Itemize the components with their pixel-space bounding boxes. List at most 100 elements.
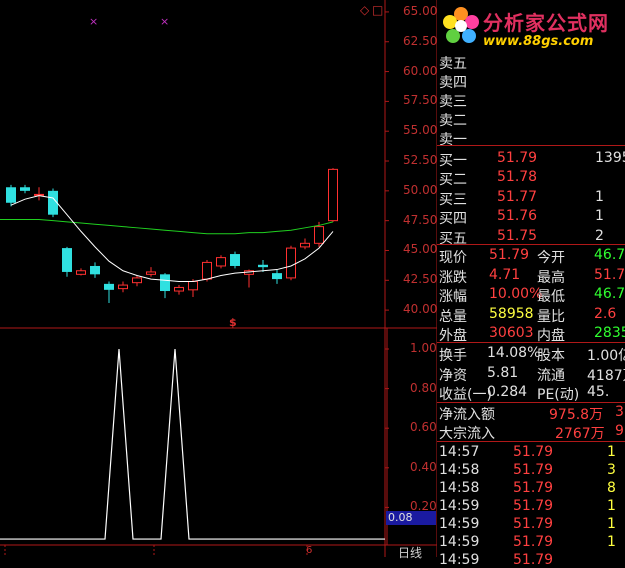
tick-time: 14:58: [439, 462, 480, 478]
indicator-tick-label: 0.40: [410, 459, 437, 474]
price-tick-label: 40.00: [403, 302, 438, 317]
fundamental-label: PE(动): [537, 387, 580, 403]
fundamental-value: 4187万: [587, 367, 625, 384]
tick-time: 14:59: [439, 552, 480, 568]
buy-level-price: 51.75: [497, 227, 538, 244]
fundamental-value: 1.00亿: [587, 348, 625, 364]
indicator-line: [0, 348, 385, 540]
candle-body: [160, 274, 170, 292]
quote-label: 涨跌: [439, 269, 467, 286]
ma-short-line: [10, 195, 334, 282]
flow-value: 3: [615, 404, 624, 420]
candle-body: [328, 168, 338, 222]
candle-body: [146, 271, 156, 275]
tick-price: 51.79: [513, 462, 554, 478]
quote-value: 46.7: [594, 247, 625, 263]
candle-body: [202, 261, 212, 280]
tick-time: 14:57: [439, 444, 480, 460]
candle-body: [118, 284, 128, 290]
period-label[interactable]: 日线: [398, 544, 422, 561]
candle-body: [20, 187, 30, 191]
price-tick-label: 57.50: [403, 93, 438, 108]
candle-body: [188, 280, 198, 291]
candle-body: [90, 265, 100, 275]
candle-body: [132, 277, 142, 284]
indicator-tick-label: 0.80: [410, 380, 437, 395]
tick-volume: 1: [607, 498, 616, 514]
tick-price: 51.79: [513, 498, 554, 514]
tick-price: 51.79: [513, 552, 554, 568]
candle-body: [62, 248, 72, 272]
quote-panel: 分析家公式网 www.88gs.com 卖五 卖四 卖三 卖二 卖一 买一 51.79 139…: [437, 0, 625, 568]
tick-time: 14:59: [439, 498, 480, 514]
flow-value: 9: [615, 423, 624, 439]
quote-value: 51.79: [489, 247, 530, 263]
logo-title: 分析家公式网: [483, 11, 609, 35]
bottom-tick-label: 6: [306, 545, 313, 556]
divider: [437, 441, 625, 442]
fundamental-label: 股本: [537, 348, 565, 364]
price-tick-label: 60.00: [403, 63, 438, 78]
fundamental-label: 流通: [537, 367, 565, 384]
fundamental-label: 收益(一): [439, 387, 492, 403]
logo-url[interactable]: www.88gs.com: [483, 34, 593, 49]
quote-value: 2.6: [594, 305, 617, 322]
candle-body: [174, 286, 184, 292]
quote-value: 46.7: [594, 286, 625, 303]
ma-long-line: [0, 218, 334, 235]
flow-value: 975.8万: [549, 407, 604, 423]
box-icon[interactable]: □: [372, 3, 383, 17]
chart-area[interactable]: [0, 0, 437, 557]
dollar-marker: $: [229, 316, 237, 329]
tick-price: 51.79: [513, 516, 554, 532]
fundamental-value: 0.284: [487, 384, 528, 400]
quote-label: 最高: [537, 269, 565, 286]
candle-body: [272, 273, 282, 280]
tick-price: 51.79: [513, 534, 554, 550]
price-tick-label: 62.50: [403, 33, 438, 48]
quote-label: 最低: [537, 289, 565, 306]
candle-body: [258, 264, 268, 268]
candle-body: [300, 242, 310, 248]
flow-value: 2767万: [555, 426, 605, 442]
site-logo: 分析家公式网 www.88gs.com: [437, 0, 625, 52]
tick-volume: 1: [607, 516, 616, 532]
buy-level-label: 买一: [439, 153, 467, 169]
diamond-icon[interactable]: ◇: [360, 3, 369, 17]
sell-level-label: 卖二: [439, 113, 467, 129]
candle-body: [76, 270, 86, 275]
buy-level-label: 买二: [439, 172, 467, 189]
tick-volume: 1: [607, 534, 616, 550]
quote-value: 2835: [594, 325, 625, 342]
buy-level-price: 51.78: [497, 169, 538, 186]
tick-volume: 8: [607, 480, 616, 496]
quote-value: 58958: [489, 305, 534, 322]
quote-label: 现价: [439, 250, 467, 266]
candle-body: [286, 247, 296, 279]
quote-label: 涨幅: [439, 289, 467, 306]
sell-level-label: 卖三: [439, 94, 467, 110]
quote-value: 10.00%: [489, 286, 543, 303]
buy-level-volume: 2: [595, 227, 604, 244]
top-marker: ×: [160, 15, 170, 28]
quote-label: 量比: [537, 308, 565, 325]
indicator-tick-label: 1.00: [410, 341, 437, 355]
quote-value: 4.71: [489, 266, 521, 283]
buy-level-label: 买四: [439, 211, 467, 228]
divider: [437, 342, 625, 343]
buy-level-label: 买三: [439, 191, 467, 208]
buy-level-volume: 1: [595, 188, 604, 205]
sell-level-label: 卖一: [439, 132, 467, 148]
indicator-tick-label: 0.60: [410, 420, 437, 435]
tick-price: 51.79: [513, 480, 554, 496]
price-tick-label: 45.00: [403, 242, 438, 257]
top-marker: ×: [89, 15, 99, 28]
price-tick-label: 55.00: [403, 123, 438, 138]
buy-level-volume: 1: [595, 208, 604, 225]
price-tick-label: 65.00: [403, 3, 438, 18]
tick-price: 51.79: [513, 444, 554, 460]
tick-time: 14:59: [439, 534, 480, 550]
tick-time: 14:59: [439, 516, 480, 532]
candle-body: [230, 254, 240, 266]
candle-body: [6, 187, 16, 203]
